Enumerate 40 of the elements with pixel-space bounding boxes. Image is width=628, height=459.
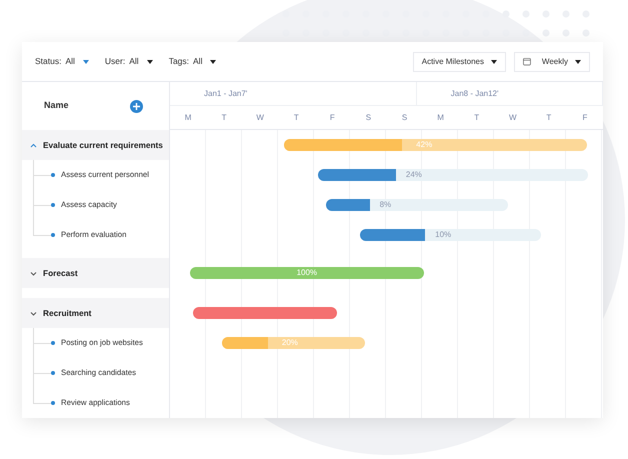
add-button[interactable] bbox=[130, 100, 143, 112]
bullet-icon bbox=[51, 233, 55, 237]
calendar-icon bbox=[523, 57, 531, 66]
bullet-icon bbox=[51, 203, 55, 207]
caret-icon bbox=[575, 60, 581, 64]
milestones-dropdown[interactable]: Active Milestones bbox=[412, 52, 506, 72]
progress-label: 24% bbox=[406, 169, 422, 181]
progress-label: 10% bbox=[435, 229, 452, 241]
bullet-icon bbox=[51, 341, 55, 345]
view-dropdown[interactable]: Weekly bbox=[514, 52, 590, 72]
day-header: M bbox=[184, 112, 192, 124]
column-header: Name bbox=[44, 99, 69, 112]
bullet-icon bbox=[51, 371, 55, 375]
day-header: T bbox=[545, 112, 552, 124]
day-header: T bbox=[292, 112, 300, 124]
day-header: S bbox=[400, 112, 408, 124]
filter-dropdown[interactable]: Status: All bbox=[35, 55, 89, 68]
plus-icon bbox=[133, 102, 140, 110]
group-row[interactable]: Evaluate current requirements bbox=[22, 130, 169, 160]
week-header: Jan1 - Jan7' bbox=[170, 82, 417, 105]
day-header: S bbox=[364, 112, 372, 124]
progress-label: 100% bbox=[296, 267, 318, 279]
day-header: T bbox=[220, 112, 228, 124]
bullet-icon bbox=[51, 173, 55, 177]
progress-label: 20% bbox=[282, 337, 298, 349]
day-header: W bbox=[508, 112, 518, 124]
day-header: F bbox=[328, 112, 336, 124]
group-row[interactable]: Recruitment bbox=[22, 298, 169, 328]
week-header: Jan8 - Jan12' bbox=[416, 82, 603, 105]
day-header: W bbox=[255, 112, 265, 124]
filter-dropdown[interactable]: Tags: All bbox=[168, 55, 216, 68]
progress-label: 42% bbox=[416, 139, 432, 151]
day-header: T bbox=[473, 112, 480, 124]
day-header: F bbox=[581, 112, 588, 124]
bullet-icon bbox=[51, 401, 55, 405]
caret-icon bbox=[491, 60, 497, 64]
day-header: M bbox=[436, 112, 445, 124]
progress-label: 8% bbox=[380, 199, 392, 211]
group-row[interactable]: Forecast bbox=[22, 258, 169, 288]
filter-dropdown[interactable]: User: All bbox=[104, 55, 153, 68]
